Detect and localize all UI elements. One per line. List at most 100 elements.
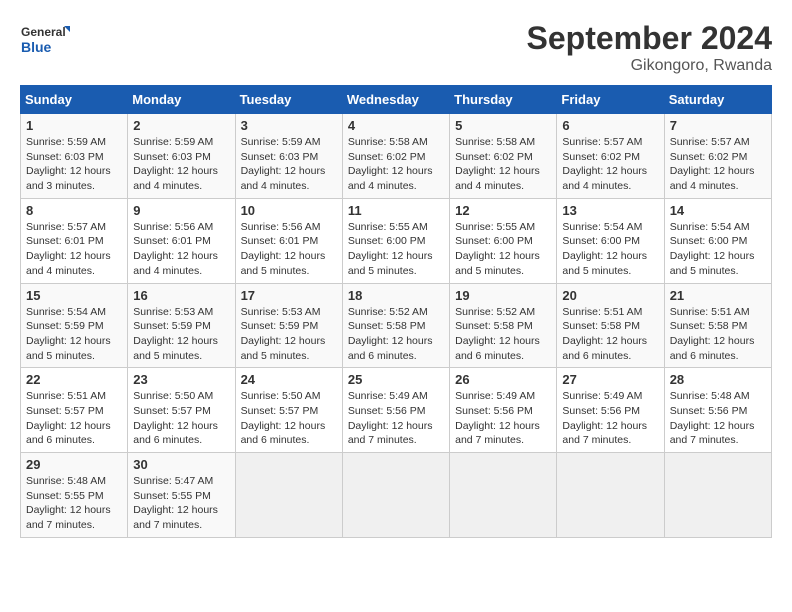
day-number: 16	[133, 288, 229, 303]
day-detail: Sunrise: 5:58 AMSunset: 6:02 PMDaylight:…	[348, 135, 444, 194]
day-detail: Sunrise: 5:56 AMSunset: 6:01 PMDaylight:…	[241, 220, 337, 279]
calendar-cell: 20 Sunrise: 5:51 AMSunset: 5:58 PMDayligh…	[557, 283, 664, 368]
calendar-cell: 29Sunrise: 5:48 AMSunset: 5:55 PMDayligh…	[21, 453, 128, 538]
calendar-cell: 26 Sunrise: 5:49 AMSunset: 5:56 PMDayligh…	[450, 368, 557, 453]
day-number: 13	[562, 203, 658, 218]
calendar-week-3: 15 Sunrise: 5:54 AMSunset: 5:59 PMDayligh…	[21, 283, 772, 368]
day-detail: Sunrise: 5:54 AMSunset: 5:59 PMDaylight:…	[26, 305, 122, 364]
day-number: 17	[241, 288, 337, 303]
col-header-wednesday: Wednesday	[342, 86, 449, 114]
page-header: General Blue September 2024 Gikongoro, R…	[20, 20, 772, 75]
calendar-cell: 13 Sunrise: 5:54 AMSunset: 6:00 PMDayligh…	[557, 198, 664, 283]
calendar-header-row: SundayMondayTuesdayWednesdayThursdayFrid…	[21, 86, 772, 114]
day-number: 26	[455, 372, 551, 387]
day-detail: Sunrise: 5:49 AMSunset: 5:56 PMDaylight:…	[562, 389, 658, 448]
calendar-cell: 7 Sunrise: 5:57 AMSunset: 6:02 PMDaylight…	[664, 114, 771, 199]
title-block: September 2024 Gikongoro, Rwanda	[527, 20, 772, 75]
day-number: 23	[133, 372, 229, 387]
calendar-cell	[235, 453, 342, 538]
col-header-thursday: Thursday	[450, 86, 557, 114]
day-number: 15	[26, 288, 122, 303]
day-number: 10	[241, 203, 337, 218]
day-detail: Sunrise: 5:52 AMSunset: 5:58 PMDaylight:…	[348, 305, 444, 364]
col-header-saturday: Saturday	[664, 86, 771, 114]
day-number: 12	[455, 203, 551, 218]
day-number: 3	[241, 118, 337, 133]
calendar-cell: 28Sunrise: 5:48 AMSunset: 5:56 PMDayligh…	[664, 368, 771, 453]
day-detail: Sunrise: 5:49 AMSunset: 5:56 PMDaylight:…	[455, 389, 551, 448]
col-header-tuesday: Tuesday	[235, 86, 342, 114]
calendar-cell: 5Sunrise: 5:58 AMSunset: 6:02 PMDaylight…	[450, 114, 557, 199]
day-number: 27	[562, 372, 658, 387]
day-detail: Sunrise: 5:56 AMSunset: 6:01 PMDaylight:…	[133, 220, 229, 279]
day-number: 7	[670, 118, 766, 133]
calendar-week-4: 22 Sunrise: 5:51 AMSunset: 5:57 PMDayligh…	[21, 368, 772, 453]
calendar-week-1: 1 Sunrise: 5:59 AMSunset: 6:03 PMDaylight…	[21, 114, 772, 199]
calendar-cell: 23 Sunrise: 5:50 AMSunset: 5:57 PMDayligh…	[128, 368, 235, 453]
day-number: 9	[133, 203, 229, 218]
calendar-cell: 27 Sunrise: 5:49 AMSunset: 5:56 PMDayligh…	[557, 368, 664, 453]
day-number: 24	[241, 372, 337, 387]
calendar-cell: 4 Sunrise: 5:58 AMSunset: 6:02 PMDaylight…	[342, 114, 449, 199]
day-detail: Sunrise: 5:50 AMSunset: 5:57 PMDaylight:…	[133, 389, 229, 448]
day-detail: Sunrise: 5:59 AMSunset: 6:03 PMDaylight:…	[26, 135, 122, 194]
day-detail: Sunrise: 5:51 AMSunset: 5:58 PMDaylight:…	[562, 305, 658, 364]
day-number: 29	[26, 457, 122, 472]
svg-text:Blue: Blue	[21, 39, 52, 55]
calendar-cell: 1 Sunrise: 5:59 AMSunset: 6:03 PMDaylight…	[21, 114, 128, 199]
calendar-week-5: 29Sunrise: 5:48 AMSunset: 5:55 PMDayligh…	[21, 453, 772, 538]
logo-svg: General Blue	[20, 20, 70, 60]
day-detail: Sunrise: 5:53 AMSunset: 5:59 PMDaylight:…	[241, 305, 337, 364]
calendar-cell	[557, 453, 664, 538]
calendar-body: 1 Sunrise: 5:59 AMSunset: 6:03 PMDaylight…	[21, 114, 772, 538]
calendar-cell: 10 Sunrise: 5:56 AMSunset: 6:01 PMDayligh…	[235, 198, 342, 283]
day-detail: Sunrise: 5:55 AMSunset: 6:00 PMDaylight:…	[455, 220, 551, 279]
day-detail: Sunrise: 5:52 AMSunset: 5:58 PMDaylight:…	[455, 305, 551, 364]
calendar-cell: 21Sunrise: 5:51 AMSunset: 5:58 PMDayligh…	[664, 283, 771, 368]
calendar-cell: 17 Sunrise: 5:53 AMSunset: 5:59 PMDayligh…	[235, 283, 342, 368]
day-number: 6	[562, 118, 658, 133]
calendar-cell: 16Sunrise: 5:53 AMSunset: 5:59 PMDayligh…	[128, 283, 235, 368]
svg-text:General: General	[21, 25, 66, 39]
calendar-table: SundayMondayTuesdayWednesdayThursdayFrid…	[20, 85, 772, 538]
day-detail: Sunrise: 5:47 AMSunset: 5:55 PMDaylight:…	[133, 474, 229, 533]
calendar-cell: 30 Sunrise: 5:47 AMSunset: 5:55 PMDayligh…	[128, 453, 235, 538]
month-title: September 2024	[527, 20, 772, 57]
calendar-cell	[342, 453, 449, 538]
day-detail: Sunrise: 5:57 AMSunset: 6:02 PMDaylight:…	[670, 135, 766, 194]
day-detail: Sunrise: 5:58 AMSunset: 6:02 PMDaylight:…	[455, 135, 551, 194]
col-header-friday: Friday	[557, 86, 664, 114]
day-number: 11	[348, 203, 444, 218]
day-number: 1	[26, 118, 122, 133]
calendar-cell: 25 Sunrise: 5:49 AMSunset: 5:56 PMDayligh…	[342, 368, 449, 453]
calendar-cell: 15 Sunrise: 5:54 AMSunset: 5:59 PMDayligh…	[21, 283, 128, 368]
day-detail: Sunrise: 5:51 AMSunset: 5:58 PMDaylight:…	[670, 305, 766, 364]
day-detail: Sunrise: 5:51 AMSunset: 5:57 PMDaylight:…	[26, 389, 122, 448]
calendar-cell	[450, 453, 557, 538]
day-detail: Sunrise: 5:54 AMSunset: 6:00 PMDaylight:…	[670, 220, 766, 279]
calendar-cell: 14Sunrise: 5:54 AMSunset: 6:00 PMDayligh…	[664, 198, 771, 283]
calendar-cell: 3Sunrise: 5:59 AMSunset: 6:03 PMDaylight…	[235, 114, 342, 199]
calendar-cell: 18Sunrise: 5:52 AMSunset: 5:58 PMDayligh…	[342, 283, 449, 368]
day-number: 30	[133, 457, 229, 472]
calendar-cell: 12 Sunrise: 5:55 AMSunset: 6:00 PMDayligh…	[450, 198, 557, 283]
day-number: 4	[348, 118, 444, 133]
calendar-cell	[664, 453, 771, 538]
day-detail: Sunrise: 5:48 AMSunset: 5:56 PMDaylight:…	[670, 389, 766, 448]
day-detail: Sunrise: 5:54 AMSunset: 6:00 PMDaylight:…	[562, 220, 658, 279]
day-number: 25	[348, 372, 444, 387]
calendar-week-2: 8Sunrise: 5:57 AMSunset: 6:01 PMDaylight…	[21, 198, 772, 283]
calendar-cell: 11 Sunrise: 5:55 AMSunset: 6:00 PMDayligh…	[342, 198, 449, 283]
day-detail: Sunrise: 5:49 AMSunset: 5:56 PMDaylight:…	[348, 389, 444, 448]
day-number: 2	[133, 118, 229, 133]
day-detail: Sunrise: 5:55 AMSunset: 6:00 PMDaylight:…	[348, 220, 444, 279]
day-number: 22	[26, 372, 122, 387]
col-header-monday: Monday	[128, 86, 235, 114]
calendar-cell: 24Sunrise: 5:50 AMSunset: 5:57 PMDayligh…	[235, 368, 342, 453]
day-number: 19	[455, 288, 551, 303]
day-detail: Sunrise: 5:57 AMSunset: 6:02 PMDaylight:…	[562, 135, 658, 194]
calendar-cell: 9 Sunrise: 5:56 AMSunset: 6:01 PMDaylight…	[128, 198, 235, 283]
logo: General Blue	[20, 20, 70, 60]
day-number: 20	[562, 288, 658, 303]
day-number: 8	[26, 203, 122, 218]
